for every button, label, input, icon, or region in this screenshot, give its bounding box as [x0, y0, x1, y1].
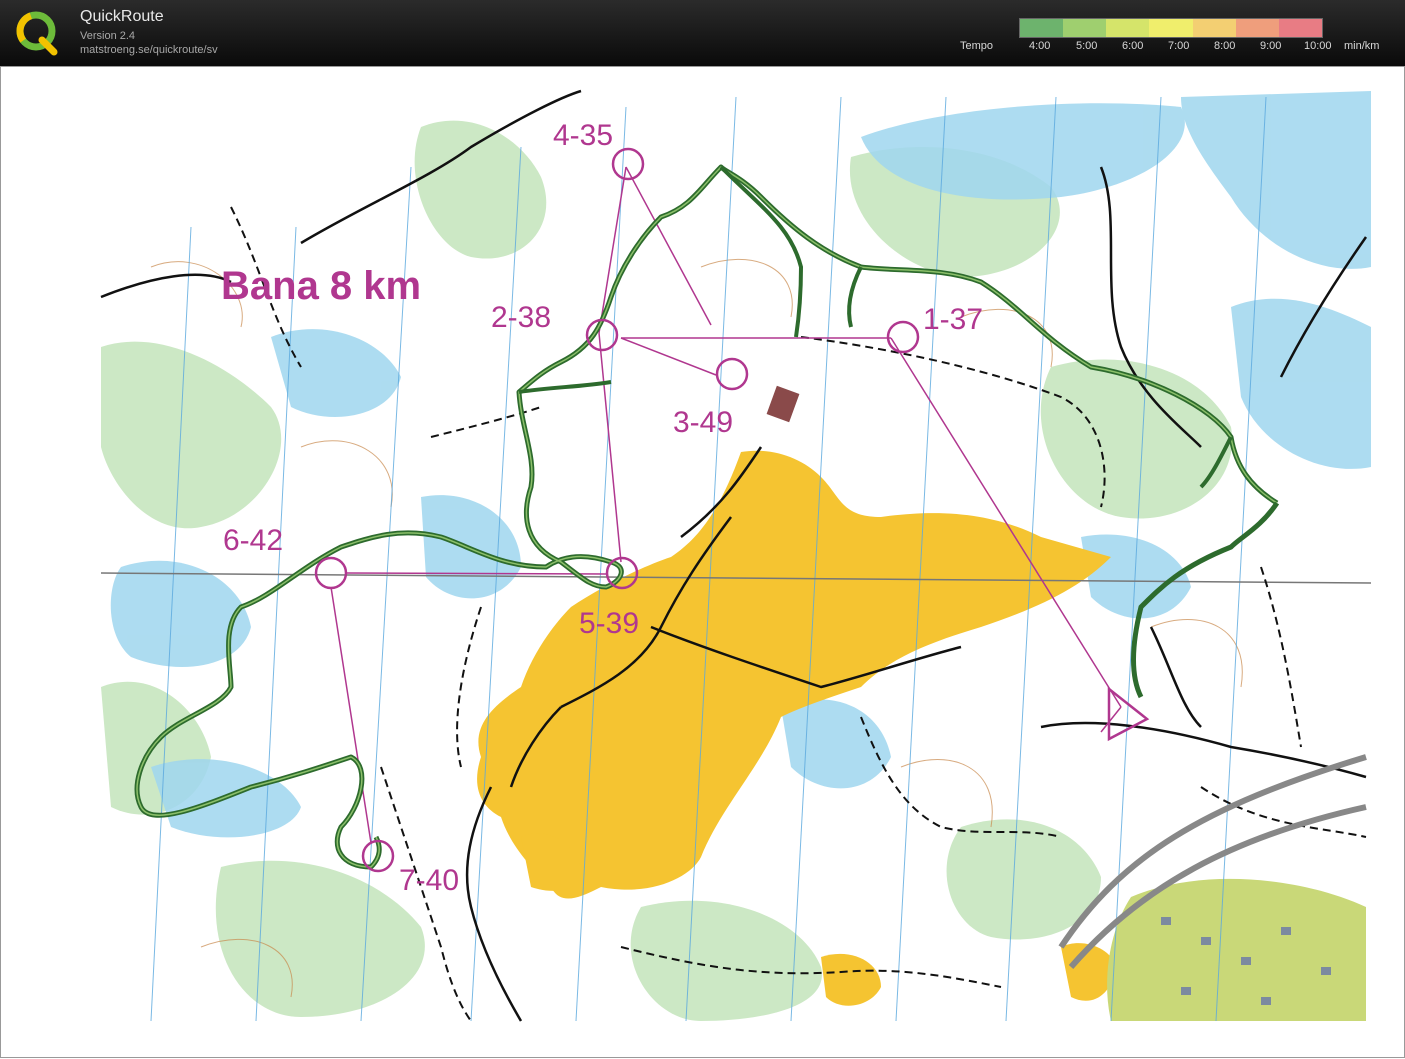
- control-label-6: 6-42: [223, 524, 283, 557]
- control-label-1: 1-37: [923, 303, 983, 336]
- app-title: QuickRoute: [80, 8, 164, 25]
- scale-segment: [1235, 19, 1279, 37]
- tempo-unit: min/km: [1344, 40, 1380, 52]
- tempo-tick: 8:00: [1214, 40, 1236, 52]
- scale-segment: [1278, 19, 1322, 37]
- tempo-tick: 9:00: [1260, 40, 1282, 52]
- tempo-tick: 7:00: [1168, 40, 1190, 52]
- map-viewport[interactable]: Bana 8 km 1-37 2-38 3-49 4-35 5-39 6-42 …: [0, 66, 1405, 1058]
- control-label-3: 3-49: [673, 406, 733, 439]
- map-background: [101, 91, 301, 243]
- scale-segment: [1106, 19, 1150, 37]
- tempo-tick: 6:00: [1122, 40, 1144, 52]
- course-title: Bana 8 km: [221, 264, 421, 308]
- tempo-tick: 5:00: [1076, 40, 1098, 52]
- quickroute-logo-icon: [16, 11, 58, 56]
- scale-segment: [1063, 19, 1107, 37]
- scale-segment: [1149, 19, 1193, 37]
- orienteering-map[interactable]: Bana 8 km 1-37 2-38 3-49 4-35 5-39 6-42 …: [1, 67, 1404, 1057]
- control-label-4: 4-35: [553, 119, 613, 152]
- control-label-2: 2-38: [491, 301, 551, 334]
- tempo-label: Tempo: [960, 40, 994, 52]
- app-version: Version 2.4: [80, 30, 136, 42]
- control-label-7: 7-40: [399, 864, 459, 897]
- app-header: QuickRoute Version 2.4 matstroeng.se/qui…: [0, 0, 1405, 66]
- tempo-tick: 10:00: [1304, 40, 1332, 52]
- scale-segment: [1020, 19, 1064, 37]
- tempo-tick: 4:00: [1029, 40, 1051, 52]
- tempo-color-scale: [1019, 18, 1323, 38]
- control-label-5: 5-39: [579, 607, 639, 640]
- app-url[interactable]: matstroeng.se/quickroute/sv: [80, 44, 218, 56]
- scale-segment: [1192, 19, 1236, 37]
